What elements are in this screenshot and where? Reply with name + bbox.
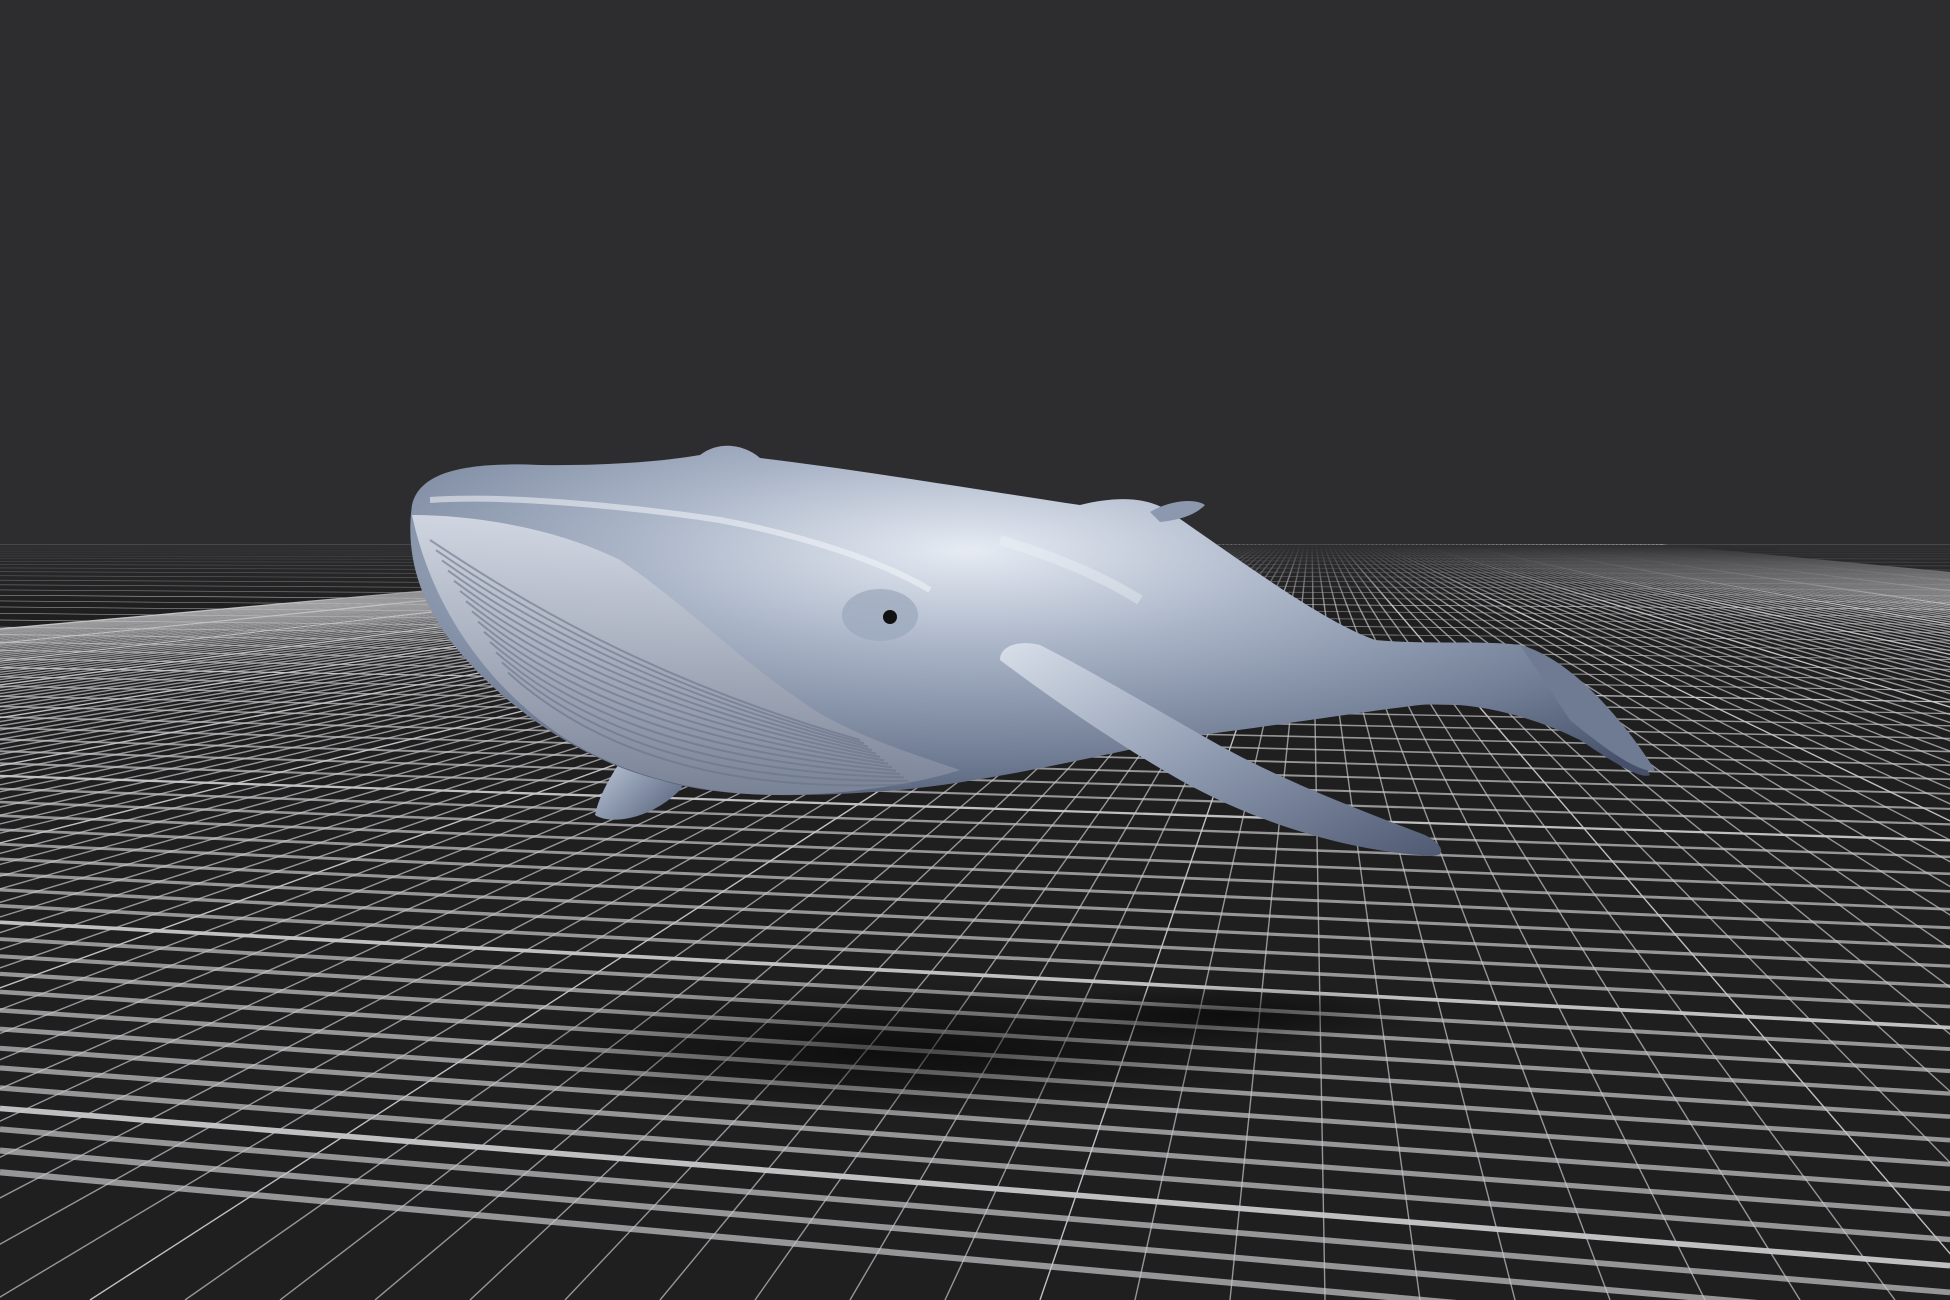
whale-eye — [883, 610, 897, 624]
whale-dorsal-fin — [1150, 500, 1205, 522]
whale-eye-ridge — [842, 589, 918, 641]
3d-viewport[interactable] — [0, 0, 1950, 1300]
viewport-canvas[interactable] — [0, 0, 1950, 1300]
